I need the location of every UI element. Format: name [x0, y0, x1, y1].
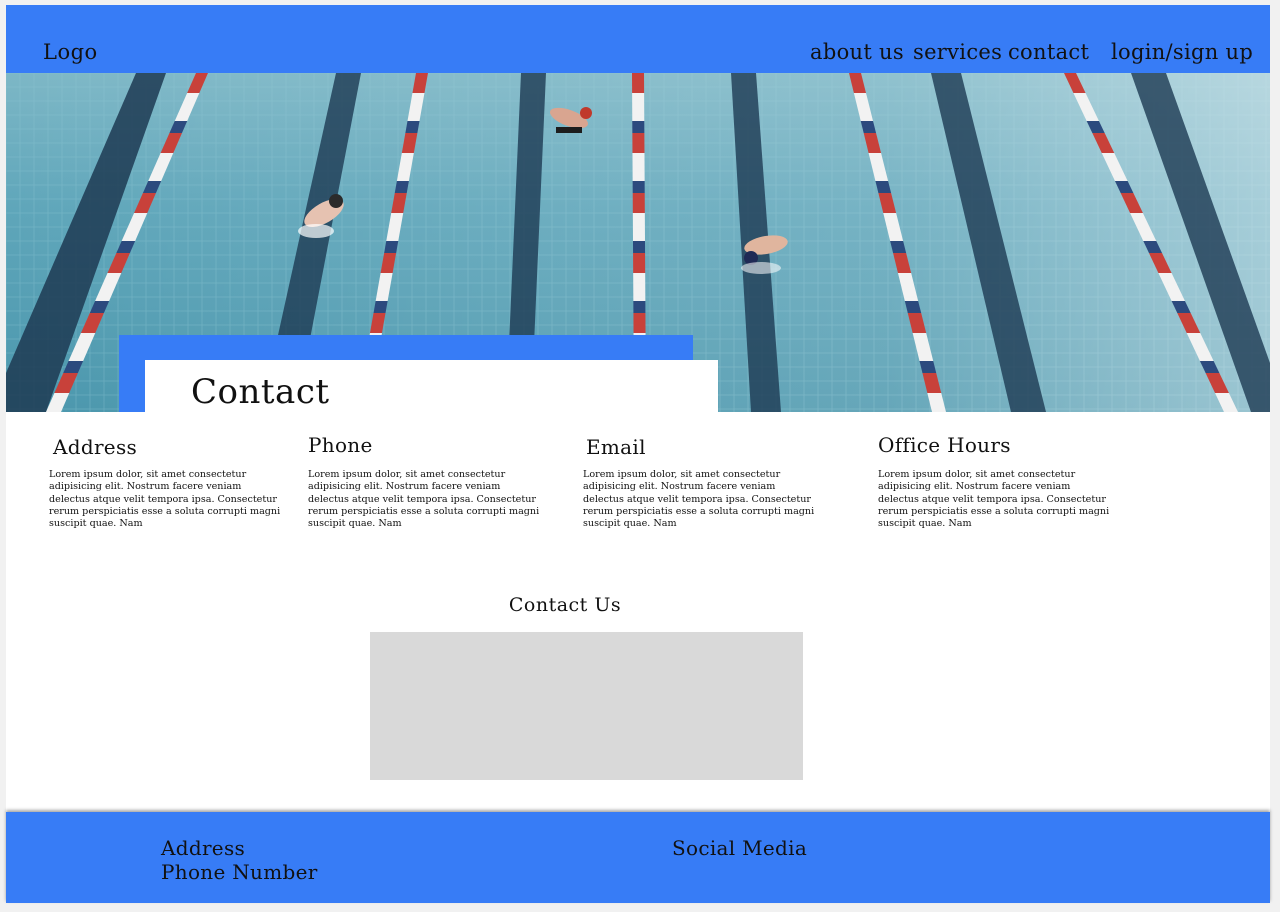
contact-us-heading: Contact Us [508, 594, 622, 616]
footer-address: Address [161, 836, 246, 860]
info-text: Lorem ipsum dolor, sit amet consectetur … [308, 469, 540, 530]
info-column-phone: Phone Lorem ipsum dolor, sit amet consec… [308, 433, 540, 530]
info-heading: Office Hours [878, 433, 1011, 457]
nav-contact[interactable]: contact [1008, 40, 1089, 64]
page-title: Contact [191, 372, 330, 412]
logo[interactable]: Logo [43, 40, 98, 64]
nav-about-us[interactable]: about us [810, 40, 904, 64]
info-text: Lorem ipsum dolor, sit amet consectetur … [583, 469, 815, 530]
footer-phone-number: Phone Number [161, 860, 318, 884]
info-column-office-hours: Office Hours Lorem ipsum dolor, sit amet… [878, 433, 1110, 530]
info-column-email: Email Lorem ipsum dolor, sit amet consec… [583, 435, 815, 530]
nav-login-sign-up[interactable]: login/sign up [1111, 40, 1253, 64]
info-heading: Email [586, 435, 646, 459]
info-text: Lorem ipsum dolor, sit amet consectetur … [878, 469, 1110, 530]
info-heading: Phone [308, 433, 373, 457]
footer-social-media[interactable]: Social Media [672, 836, 807, 860]
contact-form-placeholder[interactable] [370, 632, 803, 780]
nav-services[interactable]: services [913, 40, 1002, 64]
info-heading: Address [53, 435, 138, 459]
info-text: Lorem ipsum dolor, sit amet consectetur … [49, 469, 281, 530]
info-column-address: Address Lorem ipsum dolor, sit amet cons… [49, 435, 281, 530]
